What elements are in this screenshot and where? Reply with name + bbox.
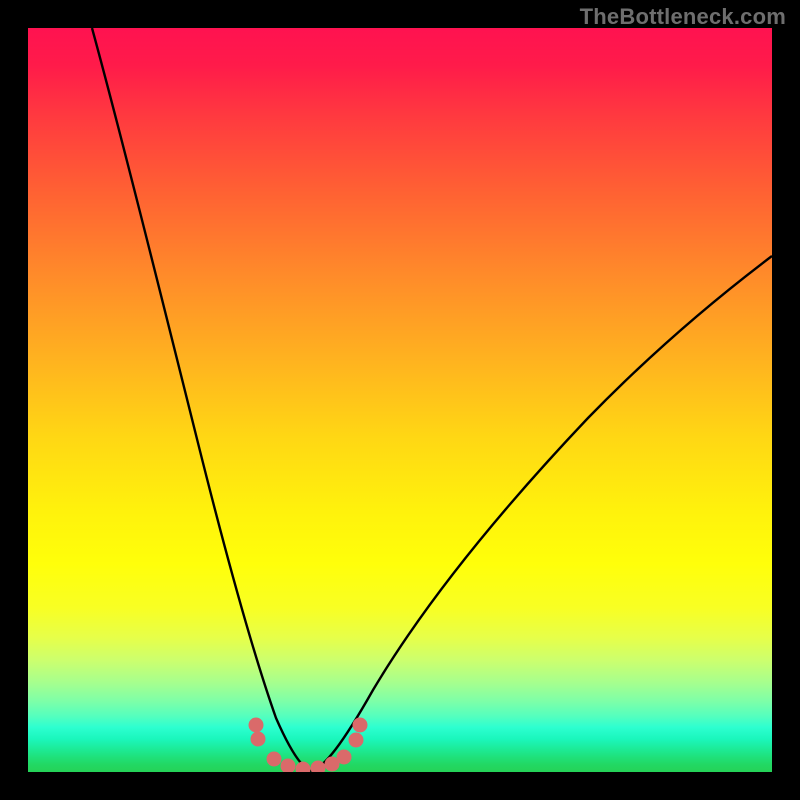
outer-frame: TheBottleneck.com: [0, 0, 800, 800]
chart-plot-area: [28, 28, 772, 772]
bottom-dot-cluster: [249, 718, 367, 772]
left-curve-path: [92, 28, 311, 771]
right-curve-path: [311, 256, 772, 771]
chart-svg: [28, 28, 772, 772]
watermark-text: TheBottleneck.com: [580, 4, 786, 30]
